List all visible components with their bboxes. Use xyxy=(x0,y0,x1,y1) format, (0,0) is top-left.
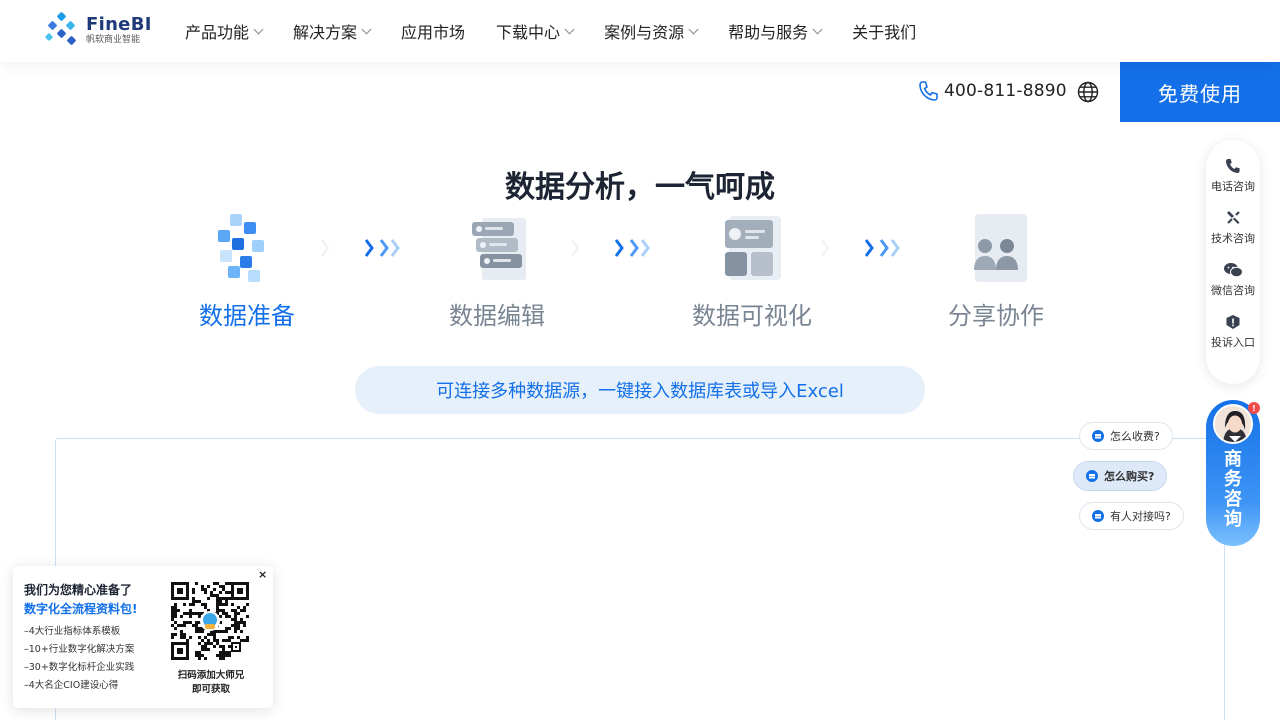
step-description: 可连接多种数据源，一键接入数据库表或导入Excel xyxy=(355,366,925,414)
main-nav: 产品功能 解决方案 应用市场 下载中心 案例与资源 帮助与服务 关于我们 xyxy=(185,19,947,43)
phone-number: 400-811-8890 xyxy=(944,81,1067,101)
tool-phone-consult[interactable]: 电话咨询 xyxy=(1206,158,1260,210)
list-item: –30+数字化标杆企业实践 xyxy=(24,662,135,673)
step-label: 分享协作 xyxy=(948,302,1044,330)
finebi-logo[interactable]: FineBI 帆软商业智能 xyxy=(44,12,152,48)
chevron-down-icon xyxy=(253,24,264,34)
top-navbar: FineBI 帆软商业智能 产品功能 解决方案 应用市场 下载中心 案例与资源 … xyxy=(0,0,1280,62)
nav-item-cases[interactable]: 案例与资源 xyxy=(604,19,699,43)
nav-item-solutions[interactable]: 解决方案 xyxy=(293,19,372,43)
nav-label: 应用市场 xyxy=(401,23,466,42)
business-consult-button[interactable]: ! 商务咨询 xyxy=(1206,400,1260,546)
step-label: 数据准备 xyxy=(199,302,295,330)
logo-mark-icon xyxy=(45,12,76,45)
qr-caption-line: 即可获取 xyxy=(191,684,230,695)
nav-label: 关于我们 xyxy=(852,23,917,42)
globe-icon xyxy=(1077,81,1099,103)
qr-caption: 扫码添加大师兄 即可获取 xyxy=(161,669,261,697)
step-label: 数据编辑 xyxy=(449,302,545,330)
complaint-icon xyxy=(1226,315,1240,329)
chevron-down-icon xyxy=(688,24,699,34)
phone-icon xyxy=(1226,159,1240,173)
chat-bubble-icon xyxy=(1086,470,1098,482)
side-toolbar: 电话咨询 技术咨询 微信咨询 投诉入口 xyxy=(1206,140,1260,384)
logo-name: FineBI xyxy=(86,13,152,35)
nav-label: 解决方案 xyxy=(293,23,358,42)
wechat-icon xyxy=(1224,263,1243,278)
agent-avatar-icon xyxy=(1215,406,1251,442)
chat-bubble-icon xyxy=(1092,510,1104,522)
promo-list: –4大行业指标体系模板 –10+行业数字化解决方案 –30+数字化标杆企业实践 … xyxy=(24,623,134,695)
promo-title: 我们为您精心准备了 xyxy=(24,583,133,597)
promo-highlight: 数字化全流程资料包! xyxy=(24,602,138,616)
tool-tech-consult[interactable]: 技术咨询 xyxy=(1206,210,1260,262)
tool-wechat-consult[interactable]: 微信咨询 xyxy=(1206,262,1260,314)
quick-question-pricing[interactable]: 怎么收费? xyxy=(1079,422,1173,450)
step-arrow-icon xyxy=(821,239,900,257)
quick-question-label: 有人对接吗? xyxy=(1110,510,1171,523)
quick-question-purchase[interactable]: 怎么购买? xyxy=(1073,461,1168,491)
tool-label: 微信咨询 xyxy=(1211,284,1255,297)
tool-label: 投诉入口 xyxy=(1211,336,1255,349)
step-data-preparation[interactable]: 数据准备 xyxy=(162,200,332,331)
step-data-editing[interactable]: 数据编辑 xyxy=(412,200,582,331)
resource-promo-card: × 我们为您精心准备了 数字化全流程资料包! –4大行业指标体系模板 –10+行… xyxy=(13,566,273,708)
nav-item-app-market[interactable]: 应用市场 xyxy=(401,19,465,43)
nav-item-about[interactable]: 关于我们 xyxy=(852,19,916,43)
step-arrow-icon xyxy=(571,239,650,257)
quick-question-label: 怎么收费? xyxy=(1110,430,1160,443)
tool-label: 技术咨询 xyxy=(1211,232,1255,245)
step-label: 数据可视化 xyxy=(692,302,812,330)
step-share-collaboration[interactable]: 分享协作 xyxy=(911,200,1081,331)
consult-label: 商务咨询 xyxy=(1206,450,1260,530)
step-arrow-icon xyxy=(321,239,400,257)
free-trial-button[interactable]: 免费使用 xyxy=(1120,62,1280,122)
nav-label: 产品功能 xyxy=(185,23,250,42)
nav-item-products[interactable]: 产品功能 xyxy=(185,19,264,43)
language-switch[interactable] xyxy=(1077,81,1099,107)
logo-subtitle: 帆软商业智能 xyxy=(86,34,141,45)
close-icon[interactable]: × xyxy=(258,568,267,581)
list-item: –10+行业数字化解决方案 xyxy=(24,644,135,655)
chevron-down-icon xyxy=(564,24,575,34)
list-item: –4大行业指标体系模板 xyxy=(24,626,121,637)
nav-item-downloads[interactable]: 下载中心 xyxy=(496,19,575,43)
tool-label: 电话咨询 xyxy=(1211,180,1255,193)
data-list-icon xyxy=(472,218,526,280)
tools-icon xyxy=(1227,211,1240,224)
nav-label: 下载中心 xyxy=(496,23,561,42)
list-item: –4大名企CIO建设心得 xyxy=(24,680,119,691)
tool-complaint[interactable]: 投诉入口 xyxy=(1206,314,1260,366)
consult-text: 商务咨询 xyxy=(1224,449,1242,530)
qr-code xyxy=(171,582,249,660)
qr-caption-line: 扫码添加大师兄 xyxy=(177,670,245,681)
avatar xyxy=(1213,404,1253,444)
nav-item-help[interactable]: 帮助与服务 xyxy=(728,19,823,43)
data-blocks-icon xyxy=(218,214,264,282)
notification-badge: ! xyxy=(1248,402,1260,414)
nav-label: 案例与资源 xyxy=(604,23,685,42)
quick-question-contact[interactable]: 有人对接吗? xyxy=(1079,502,1184,530)
chat-bubble-icon xyxy=(1092,430,1104,442)
phone-icon xyxy=(919,81,938,101)
users-icon xyxy=(974,214,1027,282)
nav-label: 帮助与服务 xyxy=(728,23,809,42)
step-data-visualization[interactable]: 数据可视化 xyxy=(667,200,837,331)
chevron-down-icon xyxy=(812,24,823,34)
chevron-down-icon xyxy=(361,24,372,34)
phone-contact[interactable]: 400-811-8890 xyxy=(918,80,1067,102)
dashboard-icon xyxy=(725,216,781,280)
quick-question-label: 怎么购买? xyxy=(1104,470,1155,483)
